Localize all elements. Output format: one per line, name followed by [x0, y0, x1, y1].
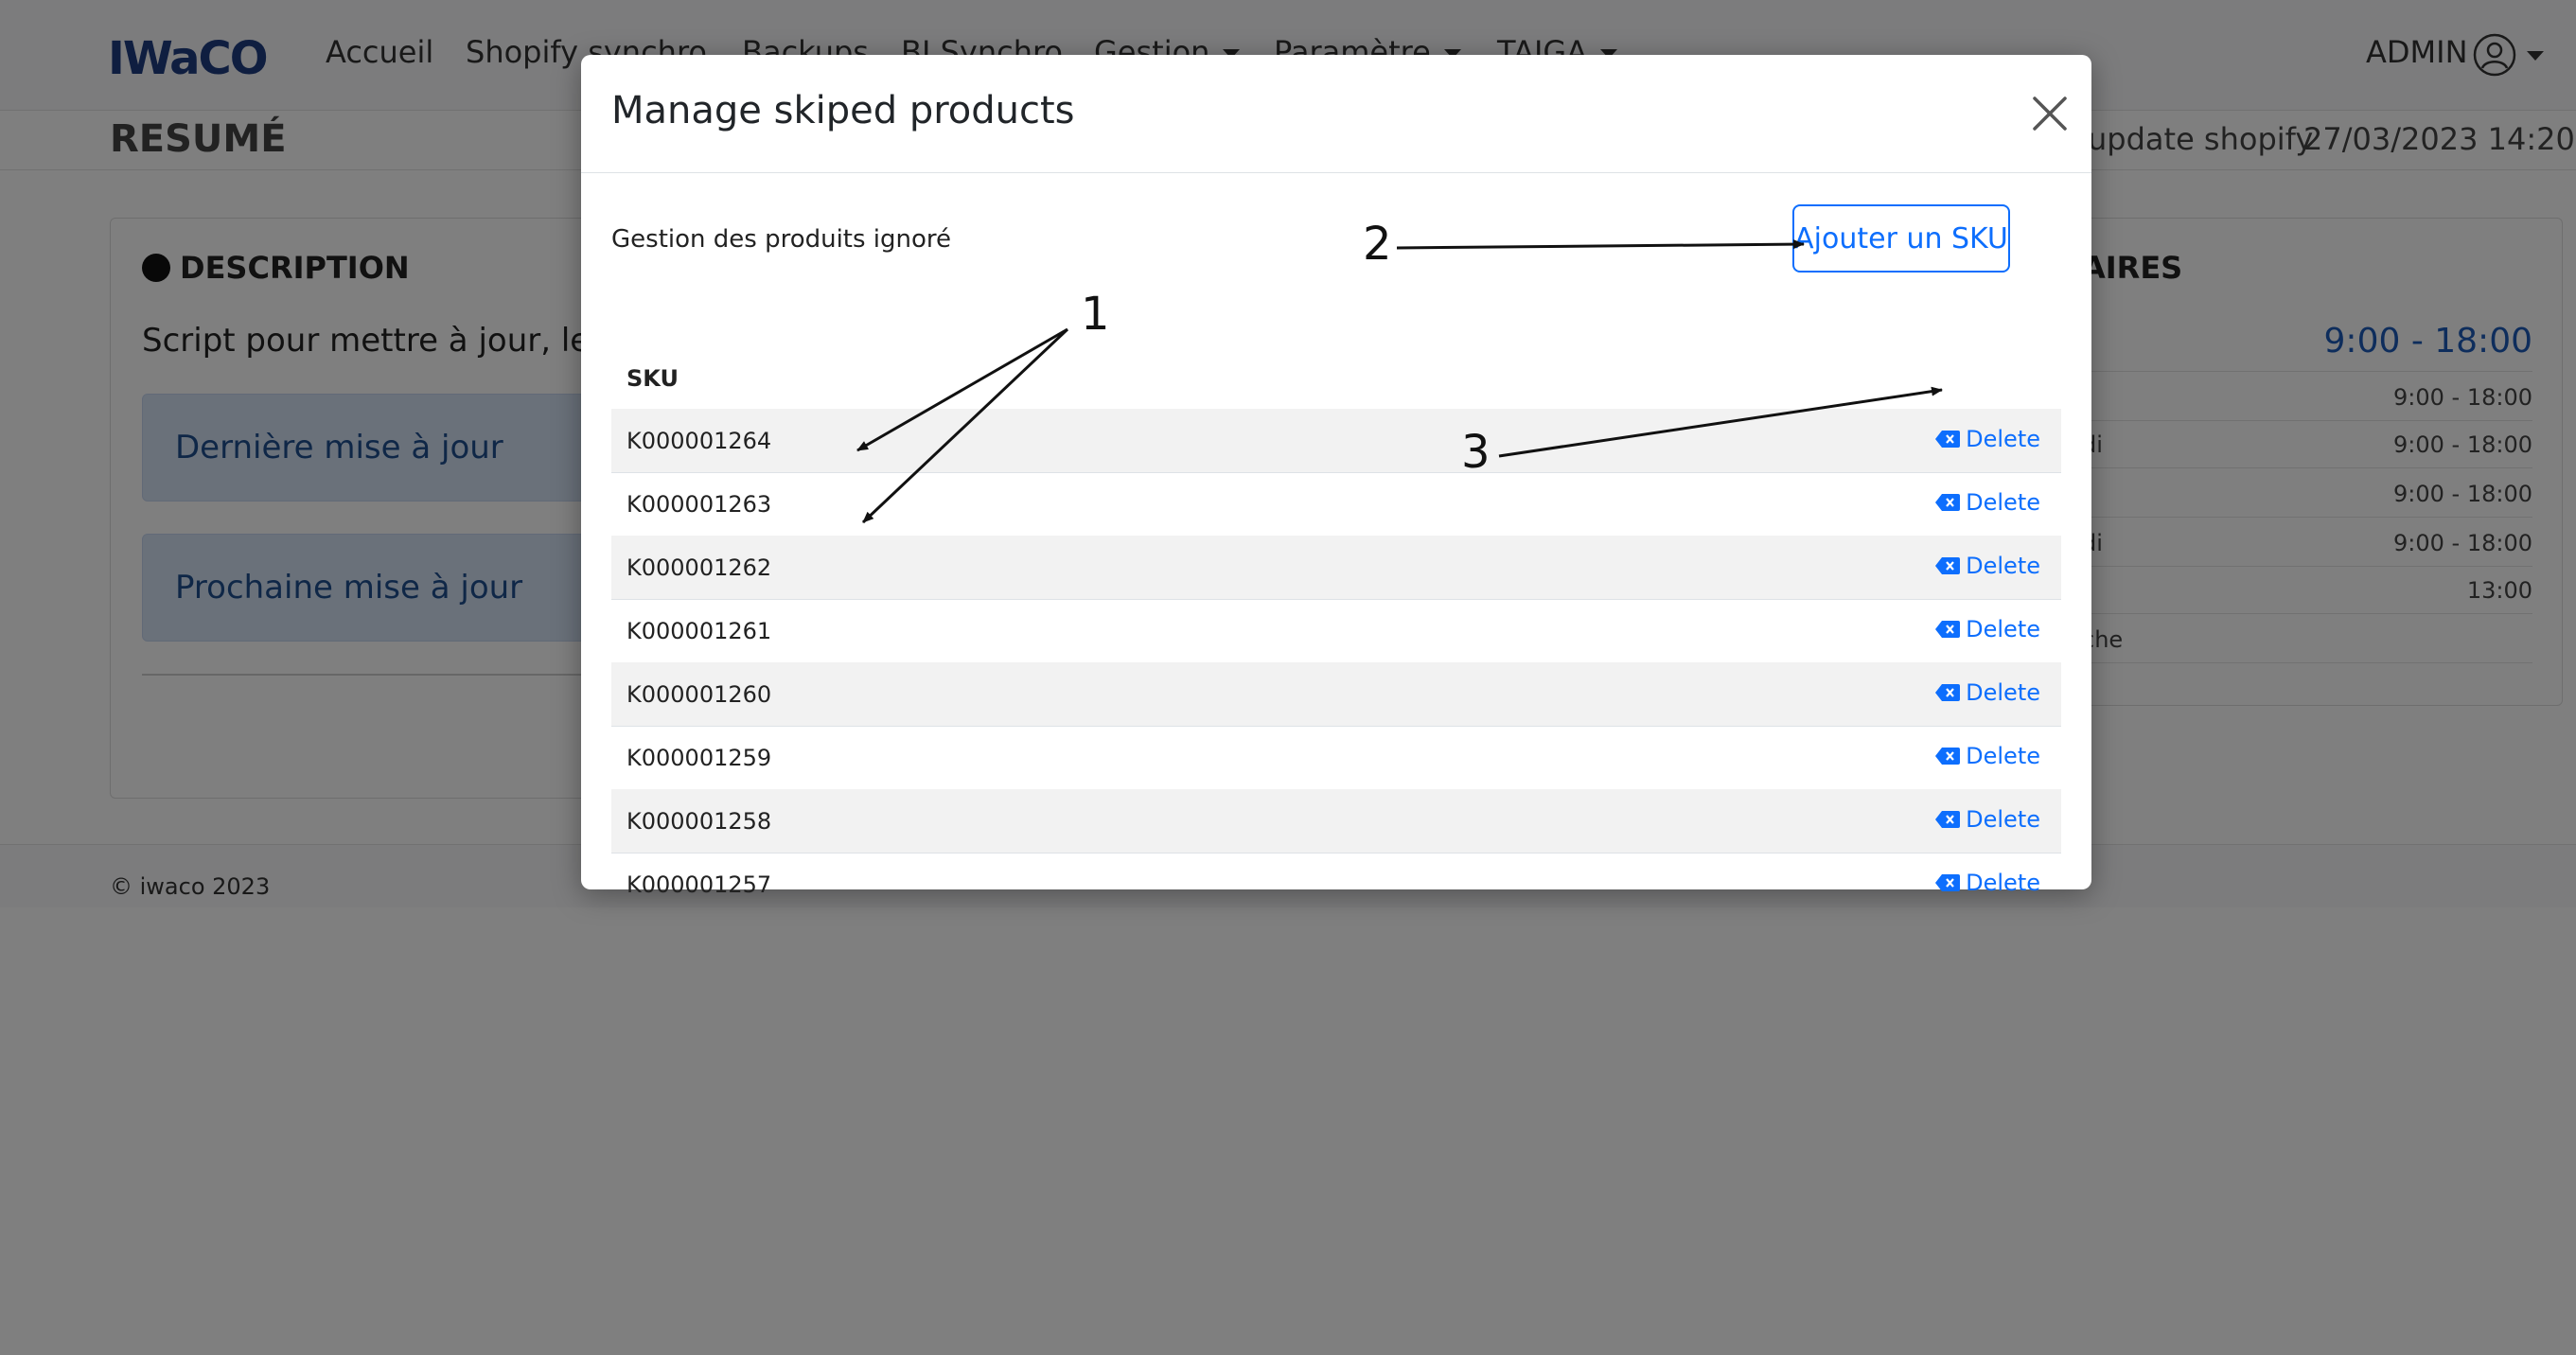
delete-label: Delete [1966, 870, 2040, 896]
manage-skipped-products-modal: Manage skiped products Gestion des produ… [581, 55, 2091, 898]
sku-cell: K000001260 [626, 681, 772, 708]
table-row: K000001264 Delete [611, 409, 2061, 473]
delete-button[interactable]: Delete [1935, 679, 2040, 706]
delete-label: Delete [1966, 743, 2040, 769]
annotation-number-3: 3 [1461, 426, 1491, 479]
sku-cell: K000001258 [626, 808, 772, 835]
table-row: K000001262 Delete [611, 536, 2061, 600]
backspace-icon [1935, 811, 1961, 828]
table-row: K000001259 Delete [611, 726, 2061, 790]
modal-title: Manage skiped products [611, 89, 1075, 132]
delete-button[interactable]: Delete [1935, 743, 2040, 769]
backspace-icon [1935, 494, 1961, 511]
annotation-number-2: 2 [1363, 218, 1392, 271]
sku-cell: K000001264 [626, 428, 772, 454]
delete-label: Delete [1966, 426, 2040, 452]
delete-button[interactable]: Delete [1935, 806, 2040, 833]
table-row: K000001263 Delete [611, 472, 2061, 537]
sku-cell: K000001259 [626, 745, 772, 771]
table-row: K000001261 Delete [611, 599, 2061, 663]
delete-label: Delete [1966, 679, 2040, 706]
delete-label: Delete [1966, 489, 2040, 516]
delete-label: Delete [1966, 616, 2040, 642]
delete-button[interactable]: Delete [1935, 426, 2040, 452]
sku-cell: K000001262 [626, 554, 772, 581]
backspace-icon [1935, 748, 1961, 765]
delete-label: Delete [1966, 806, 2040, 833]
section-label: Gestion des produits ignoré [611, 225, 952, 254]
modal-header: Manage skiped products [581, 55, 2091, 173]
backspace-icon [1935, 621, 1961, 638]
backspace-icon [1935, 557, 1961, 574]
delete-label: Delete [1966, 553, 2040, 579]
close-icon[interactable] [2027, 91, 2073, 136]
annotation-number-1: 1 [1081, 288, 1110, 341]
backspace-icon [1935, 684, 1961, 701]
add-sku-button[interactable]: Ajouter un SKU [1792, 204, 2010, 273]
backspace-icon [1935, 431, 1961, 448]
sku-column-header: SKU [626, 365, 679, 392]
delete-button[interactable]: Delete [1935, 616, 2040, 642]
table-row: K000001258 Delete [611, 789, 2061, 853]
sku-cell: K000001257 [626, 871, 772, 898]
delete-button[interactable]: Delete [1935, 489, 2040, 516]
sku-cell: K000001263 [626, 491, 772, 518]
backspace-icon [1935, 874, 1961, 891]
delete-button[interactable]: Delete [1935, 870, 2040, 896]
delete-button[interactable]: Delete [1935, 553, 2040, 579]
sku-cell: K000001261 [626, 618, 772, 644]
table-row: K000001257 Delete [611, 853, 2061, 916]
table-row: K000001260 Delete [611, 662, 2061, 727]
table-header: SKU [611, 348, 2061, 412]
